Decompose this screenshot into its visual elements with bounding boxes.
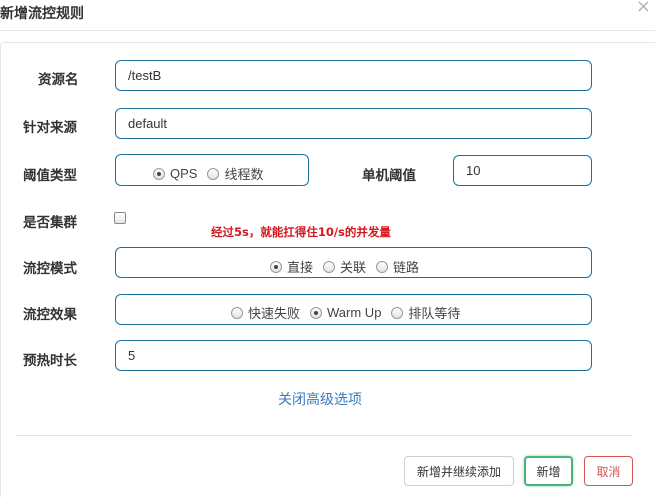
radio-thread-label: 线程数 bbox=[224, 167, 264, 182]
strategy-radios: 直接 关联 链路 bbox=[270, 257, 419, 276]
radio-fail-fast-circle[interactable] bbox=[231, 306, 243, 319]
close-advanced-link[interactable]: 关闭高级选项 bbox=[278, 389, 362, 409]
single-threshold-label: 单机阈值 bbox=[362, 168, 416, 184]
warmup-input[interactable]: 5 bbox=[115, 340, 592, 371]
close-icon[interactable]: × bbox=[636, 0, 651, 17]
radio-relate[interactable]: 关联 bbox=[323, 257, 366, 276]
radio-qps-circle[interactable] bbox=[153, 167, 165, 180]
cluster-label: 是否集群 bbox=[23, 215, 77, 231]
radio-queue[interactable]: 排队等待 bbox=[391, 303, 460, 322]
radio-warm-up[interactable]: Warm Up bbox=[310, 305, 381, 320]
limit-app-label: 针对来源 bbox=[23, 120, 77, 136]
radio-relate-label: 关联 bbox=[340, 260, 367, 275]
radio-thread-circle[interactable] bbox=[207, 167, 220, 180]
radio-direct-circle[interactable] bbox=[270, 260, 282, 273]
radio-relate-circle[interactable] bbox=[323, 260, 336, 273]
control-behavior-radios: 快速失败 Warm Up 排队等待 bbox=[231, 303, 460, 322]
add-and-continue-button[interactable]: 新增并继续添加 bbox=[404, 456, 514, 486]
resource-label: 资源名 bbox=[38, 72, 79, 88]
radio-warm-up-label: Warm Up bbox=[327, 305, 382, 320]
warmup-label: 预热时长 bbox=[23, 353, 77, 369]
radio-direct[interactable]: 直接 bbox=[270, 257, 313, 276]
radio-direct-label: 直接 bbox=[287, 260, 314, 275]
radio-chain[interactable]: 链路 bbox=[376, 257, 419, 276]
radio-fail-fast-label: 快速失败 bbox=[248, 306, 301, 321]
radio-fail-fast[interactable]: 快速失败 bbox=[231, 303, 300, 322]
footer-divider bbox=[16, 435, 633, 436]
threshold-type-label: 阈值类型 bbox=[23, 168, 77, 184]
resource-input[interactable]: /testB bbox=[115, 60, 592, 91]
strategy-label: 流控模式 bbox=[23, 261, 77, 277]
radio-warm-up-circle[interactable] bbox=[310, 306, 323, 319]
cluster-checkbox[interactable] bbox=[114, 212, 126, 224]
radio-qps[interactable]: QPS bbox=[153, 166, 197, 181]
control-behavior-label: 流控效果 bbox=[23, 307, 77, 323]
radio-queue-circle[interactable] bbox=[391, 306, 404, 319]
radio-queue-label: 排队等待 bbox=[408, 306, 461, 321]
radio-thread[interactable]: 线程数 bbox=[207, 164, 263, 183]
radio-chain-circle[interactable] bbox=[376, 260, 389, 273]
title-divider bbox=[0, 30, 655, 31]
limit-app-input[interactable]: default bbox=[115, 108, 592, 139]
add-button[interactable]: 新增 bbox=[524, 456, 573, 486]
threshold-type-radios: QPS 线程数 bbox=[153, 164, 263, 183]
single-threshold-input[interactable]: 10 bbox=[453, 155, 592, 186]
radio-qps-label: QPS bbox=[170, 166, 198, 181]
warmup-annotation: 经过5s，就能扛得住10/s的并发量 bbox=[211, 225, 391, 239]
dialog-title: 新增流控规则 bbox=[0, 6, 84, 22]
radio-chain-label: 链路 bbox=[393, 260, 420, 275]
cancel-button[interactable]: 取消 bbox=[584, 456, 633, 486]
